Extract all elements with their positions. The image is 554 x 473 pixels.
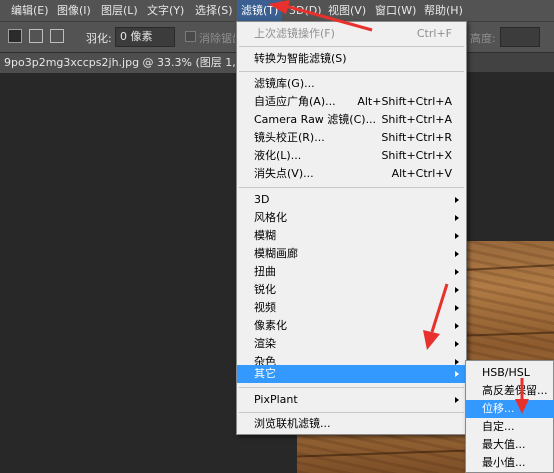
menu-item-lens-correction[interactable]: 镜头校正(R)... Shift+Ctrl+R [237,129,466,147]
submenu-arrow-icon [455,251,459,257]
separator [239,387,464,388]
submenu-arrow-icon [455,269,459,275]
other-submenu: HSB/HSL 高反差保留... 位移... 自定... 最大值... 最小值.… [465,360,554,473]
menu-item-3d[interactable]: 3D [237,191,466,209]
submenu-arrow-icon [455,233,459,239]
menu-item-last-filter[interactable]: 上次滤镜操作(F) Ctrl+F [237,25,466,43]
filter-menu: 上次滤镜操作(F) Ctrl+F 转换为智能滤镜(S) 滤镜库(G)... 自适… [236,21,467,435]
separator [239,71,464,72]
submenu-item-custom[interactable]: 自定... [466,418,554,436]
submenu-arrow-icon [455,305,459,311]
menu-item-pixelate[interactable]: 像素化 [237,317,466,335]
height-input[interactable] [500,27,540,47]
submenu-item-offset[interactable]: 位移... [466,400,554,418]
height-label: 高度: [470,32,496,45]
submenu-arrow-icon [455,397,459,403]
subtract-selection-icon[interactable] [50,29,64,43]
menu-item-filter-gallery[interactable]: 滤镜库(G)... [237,75,466,93]
menu-item-pixplant[interactable]: PixPlant [237,391,466,409]
menu-type[interactable]: 文字(Y) [143,0,188,22]
add-selection-icon[interactable] [29,29,43,43]
menu-filter[interactable]: 滤镜(T) [237,0,283,22]
menu-select[interactable]: 选择(S) [191,0,237,22]
menu-item-stylize[interactable]: 风格化 [237,209,466,227]
menu-item-browse-online-filters[interactable]: 浏览联机滤镜... [237,415,466,433]
separator [239,46,464,47]
antialias-label: 消除锯齿 [199,32,235,45]
menu-item-distort[interactable]: 扭曲 [237,263,466,281]
separator [239,187,464,188]
menu-item-convert-smart-filter[interactable]: 转换为智能滤镜(S) [237,50,466,68]
submenu-arrow-icon [455,215,459,221]
menu-item-blur-gallery[interactable]: 模糊画廊 [237,245,466,263]
submenu-item-high-pass[interactable]: 高反差保留... [466,382,554,400]
menu-image[interactable]: 图像(I) [53,0,95,22]
feather-label: 羽化: [86,32,112,45]
menu-item-sharpen[interactable]: 锐化 [237,281,466,299]
submenu-item-hsb-hsl[interactable]: HSB/HSL [466,364,554,382]
feather-input[interactable]: 0 像素 [115,27,175,47]
submenu-arrow-icon [455,371,459,377]
menu-layer[interactable]: 图层(L) [97,0,142,22]
menu-item-liquify[interactable]: 液化(L)... Shift+Ctrl+X [237,147,466,165]
menu-item-other[interactable]: 其它 [237,365,466,383]
menu-window[interactable]: 窗口(W) [371,0,420,22]
submenu-arrow-icon [455,287,459,293]
new-selection-icon[interactable] [8,29,22,43]
antialias-checkbox[interactable] [185,31,196,42]
submenu-arrow-icon [455,341,459,347]
submenu-item-minimum[interactable]: 最小值... [466,454,554,472]
menu-item-blur[interactable]: 模糊 [237,227,466,245]
menu-bar: 编辑(E) 图像(I) 图层(L) 文字(Y) 选择(S) 滤镜(T) 3D(D… [0,0,554,22]
submenu-arrow-icon [455,197,459,203]
menu-3d[interactable]: 3D(D) [285,0,326,22]
menu-item-camera-raw[interactable]: Camera Raw 滤镜(C)... Shift+Ctrl+A [237,111,466,129]
menu-help[interactable]: 帮助(H) [420,0,467,22]
menu-item-adaptive-wide-angle[interactable]: 自适应广角(A)... Alt+Shift+Ctrl+A [237,93,466,111]
menu-item-vanishing-point[interactable]: 消失点(V)... Alt+Ctrl+V [237,165,466,183]
menu-item-video[interactable]: 视频 [237,299,466,317]
menu-item-render[interactable]: 渲染 [237,335,466,353]
menu-view[interactable]: 视图(V) [324,0,370,22]
submenu-item-maximum[interactable]: 最大值... [466,436,554,454]
submenu-arrow-icon [455,323,459,329]
separator [239,412,464,413]
menu-edit[interactable]: 编辑(E) [7,0,53,22]
